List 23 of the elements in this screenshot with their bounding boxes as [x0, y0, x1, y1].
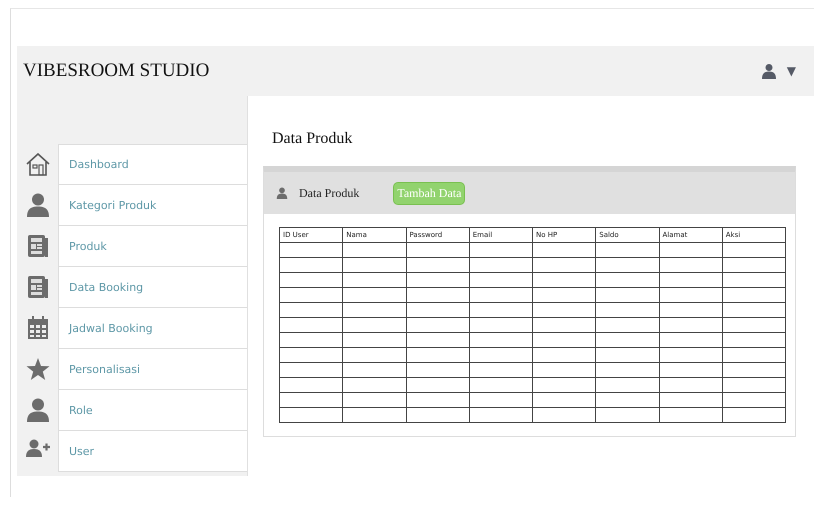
document-icon	[26, 234, 48, 258]
star-icon	[26, 357, 50, 381]
app-title: VIBESROOM STUDIO	[23, 60, 210, 82]
user-menu-button[interactable]: ▼	[760, 63, 796, 79]
person-icon	[26, 398, 50, 422]
sidebar-item[interactable]: Role	[58, 390, 247, 431]
sidebar-item[interactable]: Produk	[58, 226, 247, 267]
person-icon	[26, 193, 50, 217]
calendar-icon	[26, 316, 48, 340]
user-icon	[276, 187, 288, 199]
sidebar-item[interactable]: Personalisasi	[58, 349, 247, 390]
sidebar-item[interactable]: User	[58, 431, 247, 472]
add-data-button[interactable]: Tambah Data	[393, 182, 466, 204]
panel-title: Data Produk	[299, 186, 360, 200]
sidebar-item[interactable]: Dashboard	[58, 144, 247, 185]
add-user-icon	[26, 439, 50, 457]
sidebar-item[interactable]: Kategori Produk	[58, 185, 247, 226]
user-icon	[760, 63, 777, 79]
sidebar-item[interactable]: Jadwal Booking	[58, 308, 247, 349]
house-icon	[24, 152, 50, 176]
document-icon	[26, 275, 48, 299]
page-title: Data Produk	[272, 130, 354, 148]
sidebar-item[interactable]: Data Booking	[58, 267, 247, 308]
